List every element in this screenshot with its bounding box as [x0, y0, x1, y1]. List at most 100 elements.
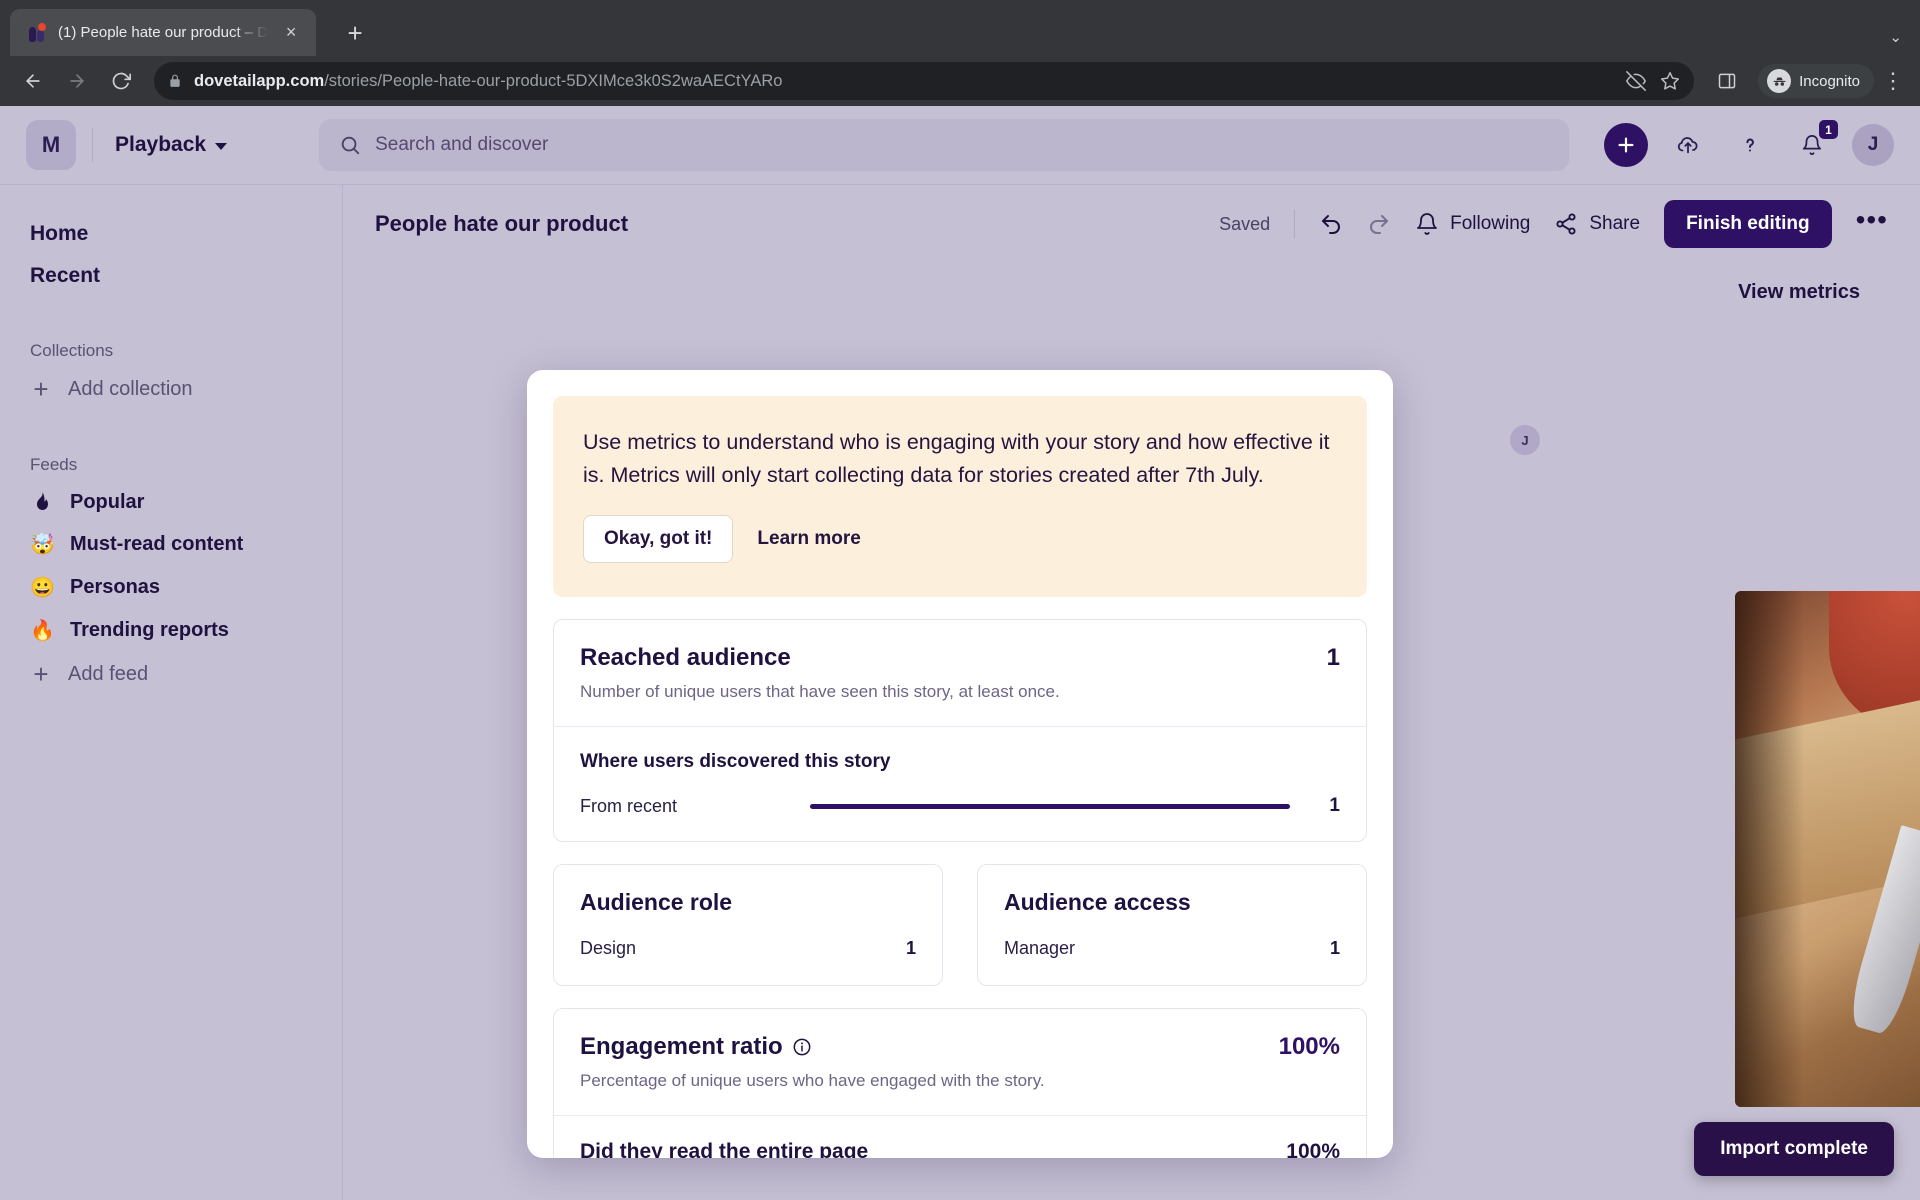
- sidebar-item-home[interactable]: Home: [0, 213, 342, 255]
- sidebar-item-recent[interactable]: Recent: [0, 255, 342, 297]
- global-search[interactable]: [319, 119, 1570, 171]
- profile-label: Incognito: [1799, 72, 1860, 90]
- incognito-profile-button[interactable]: Incognito: [1758, 64, 1874, 98]
- chevron-down-icon[interactable]: ⌄: [1889, 28, 1902, 46]
- metric-description: Number of unique users that have seen th…: [580, 682, 1060, 702]
- incognito-icon: [1767, 69, 1792, 93]
- new-tab-button[interactable]: +: [338, 16, 372, 50]
- share-button[interactable]: Share: [1554, 212, 1640, 236]
- metric-value: 1: [1326, 644, 1340, 672]
- metric-value: 100%: [1278, 1033, 1340, 1061]
- metric-title: Engagement ratio: [580, 1033, 783, 1061]
- url-domain: dovetailapp.com: [194, 71, 325, 90]
- audience-breakdown: Audience role Design 1 Audience access M…: [553, 864, 1367, 987]
- row-title: Did they read the entire page: [580, 1140, 869, 1158]
- project-switcher[interactable]: Playback: [115, 133, 228, 157]
- header-divider: [92, 128, 93, 162]
- sidebar-item-personas[interactable]: 😀 Personas: [0, 566, 342, 609]
- reached-audience-card: Reached audience 1 Number of unique user…: [553, 619, 1367, 843]
- engagement-ratio-card: Engagement ratio 100% Percentage of uniq…: [553, 1008, 1367, 1158]
- search-input[interactable]: [375, 134, 1550, 156]
- side-panel-icon[interactable]: [1708, 62, 1746, 100]
- sidebar-item-label: Popular: [70, 490, 145, 513]
- toolbar-divider: [1294, 209, 1296, 239]
- view-metrics-row: View metrics: [343, 281, 1920, 304]
- back-arrow-icon[interactable]: [14, 62, 52, 100]
- fire-icon: 🔥: [30, 620, 55, 642]
- metrics-info-banner: Use metrics to understand who is engagin…: [553, 396, 1367, 598]
- discovery-bar-row: From recent 1: [580, 795, 1340, 817]
- chevron-down-icon: [215, 143, 228, 150]
- sidebar-item-label: Must-read content: [70, 533, 244, 555]
- sidebar-add-collection[interactable]: + Add collection: [0, 367, 342, 411]
- user-avatar[interactable]: J: [1852, 124, 1894, 166]
- upload-icon[interactable]: [1666, 123, 1710, 167]
- sidebar-item-popular[interactable]: Popular: [0, 481, 342, 523]
- reached-audience-section: Reached audience 1 Number of unique user…: [554, 620, 1366, 726]
- list-item: Manager 1: [1004, 938, 1340, 959]
- row-label: Design: [580, 938, 637, 959]
- sidebar-item-label: Add collection: [68, 377, 193, 400]
- star-icon[interactable]: [1660, 71, 1680, 91]
- reload-icon[interactable]: [102, 62, 140, 100]
- story-toolbar: People hate our product Saved Following …: [343, 185, 1920, 263]
- banner-actions: Okay, got it! Learn more: [583, 515, 1337, 564]
- close-icon[interactable]: ×: [278, 20, 304, 46]
- view-metrics-link[interactable]: View metrics: [1738, 281, 1860, 304]
- row-count: 1: [905, 938, 916, 959]
- sidebar-section-collections: Collections: [30, 341, 114, 360]
- browser-menu-icon[interactable]: ⋮: [1880, 69, 1906, 91]
- tab-title: (1) People hate our product – D: [58, 24, 269, 41]
- notification-badge: 1: [1819, 120, 1838, 139]
- metric-title: Reached audience: [580, 644, 791, 672]
- sidebar-item-must-read-content[interactable]: 🤯 Must-read content: [0, 523, 342, 566]
- learn-more-link[interactable]: Learn more: [749, 528, 868, 550]
- workspace-avatar[interactable]: M: [26, 120, 76, 170]
- info-icon[interactable]: [792, 1037, 812, 1057]
- url-text: dovetailapp.com/stories/People-hate-our-…: [194, 72, 782, 91]
- sidebar-add-feed[interactable]: + Add feed: [0, 652, 342, 696]
- discovery-section: Where users discovered this story From r…: [554, 726, 1366, 841]
- row-count: 1: [1329, 938, 1340, 959]
- share-icon: [1554, 212, 1578, 236]
- notifications-button[interactable]: 1: [1790, 120, 1838, 167]
- tab-strip: (1) People hate our product – D × + ⌄: [0, 0, 1920, 56]
- bar-label: From recent: [580, 795, 678, 816]
- finish-editing-button[interactable]: Finish editing: [1664, 200, 1832, 248]
- create-button[interactable]: [1604, 123, 1648, 167]
- metrics-modal: Use metrics to understand who is engagin…: [527, 370, 1393, 1158]
- banner-text: Use metrics to understand who is engagin…: [583, 430, 1330, 487]
- help-icon[interactable]: [1728, 123, 1772, 167]
- eye-off-icon[interactable]: [1626, 71, 1647, 91]
- project-label: Playback: [115, 133, 207, 156]
- lock-icon: [168, 74, 182, 88]
- sidebar-section-feeds: Feeds: [30, 455, 78, 474]
- address-bar[interactable]: dovetailapp.com/stories/People-hate-our-…: [154, 62, 1695, 100]
- search-icon: [339, 134, 361, 156]
- redo-icon[interactable]: [1367, 212, 1391, 236]
- url-path: /stories/People-hate-our-product-5DXIMce…: [324, 71, 783, 90]
- forward-arrow-icon[interactable]: [58, 62, 96, 100]
- bar-count: 1: [1329, 795, 1340, 817]
- story-toolbar-actions: Saved Following Share Finish editing •••: [1219, 200, 1888, 248]
- share-label: Share: [1589, 213, 1641, 234]
- plus-icon: +: [33, 374, 49, 404]
- browser-chrome: (1) People hate our product – D × + ⌄ do…: [0, 0, 1920, 106]
- okay-got-it-button[interactable]: Okay, got it!: [583, 515, 734, 564]
- import-complete-toast[interactable]: Import complete: [1694, 1122, 1894, 1176]
- app-header: M Playback 1 J: [0, 106, 1920, 184]
- sidebar-item-label: Trending reports: [70, 619, 229, 641]
- collaborator-avatar[interactable]: J: [1510, 425, 1540, 455]
- metric-description: Percentage of unique users who have enga…: [580, 1071, 1045, 1091]
- story-cover-image: [1735, 591, 1920, 1107]
- browser-tab[interactable]: (1) People hate our product – D ×: [10, 9, 317, 56]
- following-button[interactable]: Following: [1415, 212, 1530, 236]
- bar-fill: [810, 803, 1290, 809]
- bell-icon: [1415, 212, 1439, 236]
- more-options-icon[interactable]: •••: [1856, 205, 1888, 234]
- card-title: Audience role: [580, 889, 733, 916]
- sidebar-item-trending-reports[interactable]: 🔥 Trending reports: [0, 609, 342, 652]
- list-item: Design 1: [580, 938, 916, 959]
- row-label: Manager: [1004, 938, 1076, 959]
- undo-icon[interactable]: [1319, 212, 1343, 236]
